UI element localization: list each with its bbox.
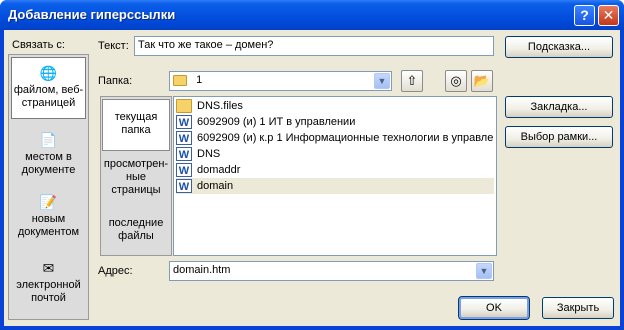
browsed-pages-tab[interactable]: просмотрен- ные страницы (102, 155, 170, 199)
text-label: Текст: (98, 40, 129, 52)
address-label: Адрес: (98, 265, 133, 277)
text-to-display-field[interactable]: Так что же такое – домен? (134, 36, 494, 56)
folder-icon: . (173, 74, 187, 86)
browse-nav: текущая папка просмотрен- ные страницы п… (100, 96, 172, 256)
current-folder-tab[interactable]: текущая папка (102, 99, 170, 151)
target-frame-button[interactable]: Выбор рамки... (505, 126, 613, 148)
file-name: DNS.files (197, 100, 243, 112)
word-document-icon: W (176, 179, 192, 194)
file-name: 6092909 (и) к.р 1 Информационные техноло… (197, 132, 494, 144)
file-name: DNS (197, 148, 221, 160)
link-to-new-document[interactable]: 📝 новым документом (11, 187, 86, 249)
new-document-icon: 📝 (39, 194, 58, 210)
browse-web-button[interactable]: ◎ (445, 70, 467, 92)
file-list-item[interactable]: W 6092909 (и) 1 ИТ в управлении (176, 114, 355, 130)
screen-tip-button[interactable]: Подсказка... (505, 36, 613, 58)
recent-files-label: последние файлы (108, 217, 164, 242)
link-to-label: Связать с: (12, 39, 65, 51)
link-to-place-in-document[interactable]: 📄 местом в документе (11, 125, 86, 187)
address-value: domain.htm (173, 264, 231, 276)
dialog-body: Связать с: 🌐 файлом, веб- страницей 📄 ме… (4, 30, 620, 326)
web-search-icon: ◎ (450, 73, 462, 88)
bookmark-button[interactable]: Закладка... (505, 96, 613, 118)
file-name: domaddr (197, 164, 241, 176)
open-folder-icon: 📂 (473, 73, 491, 88)
file-list[interactable]: . DNS.files W 6092909 (и) 1 ИТ в управлени… (173, 96, 497, 256)
help-button[interactable]: ? (574, 5, 595, 26)
link-to-bar: 🌐 файлом, веб- страницей 📄 местом в доку… (8, 54, 89, 320)
document-place-icon: 📄 (39, 132, 58, 148)
recent-files-tab[interactable]: последние файлы (102, 213, 170, 249)
hyperlink-dialog: Добавление гиперссылки ? ✕ Связать с: 🌐 … (0, 0, 624, 330)
link-to-new-document-label: новым документом (17, 213, 80, 238)
chevron-down-icon[interactable]: ▼ (476, 263, 492, 279)
word-document-icon: W (176, 131, 192, 146)
link-to-existing-file[interactable]: 🌐 файлом, веб- страницей (11, 57, 86, 119)
word-document-icon: W (176, 115, 192, 130)
up-folder-button[interactable]: ⇧ (401, 70, 423, 92)
file-list-item-selected[interactable]: Wdomain (176, 178, 494, 194)
file-list-item[interactable]: Wdomaddr (176, 162, 240, 178)
ok-button[interactable]: OK (458, 296, 530, 320)
file-list-item[interactable]: W 6092909 (и) к.р 1 Информационные технол… (176, 130, 493, 146)
file-name: 6092909 (и) 1 ИТ в управлении (197, 116, 356, 128)
current-folder-label: текущая папка (114, 111, 158, 136)
link-to-place-label: местом в документе (21, 151, 76, 176)
address-combo[interactable]: domain.htm ▼ (169, 261, 494, 281)
chevron-down-icon[interactable]: ▼ (374, 73, 390, 89)
file-list-item[interactable]: W DNS (176, 146, 220, 162)
title-bar: Добавление гиперссылки ? ✕ (0, 0, 624, 30)
folder-icon: . (176, 99, 192, 114)
dialog-title: Добавление гиперссылки (8, 7, 176, 22)
link-to-existing-file-label: файлом, веб- страницей (13, 84, 84, 109)
browsed-pages-label: просмотрен- ные страницы (103, 158, 169, 196)
file-name: domain (197, 180, 234, 192)
file-list-item[interactable]: . DNS.files (176, 98, 243, 114)
browse-file-button[interactable]: 📂 (471, 70, 493, 92)
web-page-icon: 🌐 (39, 65, 58, 81)
word-document-icon: W (176, 147, 192, 162)
email-icon: ✉ (42, 260, 55, 276)
word-document-icon: W (176, 163, 192, 178)
folder-value: 1 (196, 74, 203, 86)
link-to-email[interactable]: ✉ электронной почтой (11, 253, 86, 315)
cancel-button[interactable]: Закрыть (542, 297, 614, 319)
up-folder-icon: ⇧ (406, 73, 418, 88)
close-window-button[interactable]: ✕ (598, 5, 619, 26)
link-to-email-label: электронной почтой (16, 279, 81, 304)
folder-label: Папка: (98, 75, 133, 87)
folder-combo[interactable]: . 1 ▼ (169, 71, 392, 91)
